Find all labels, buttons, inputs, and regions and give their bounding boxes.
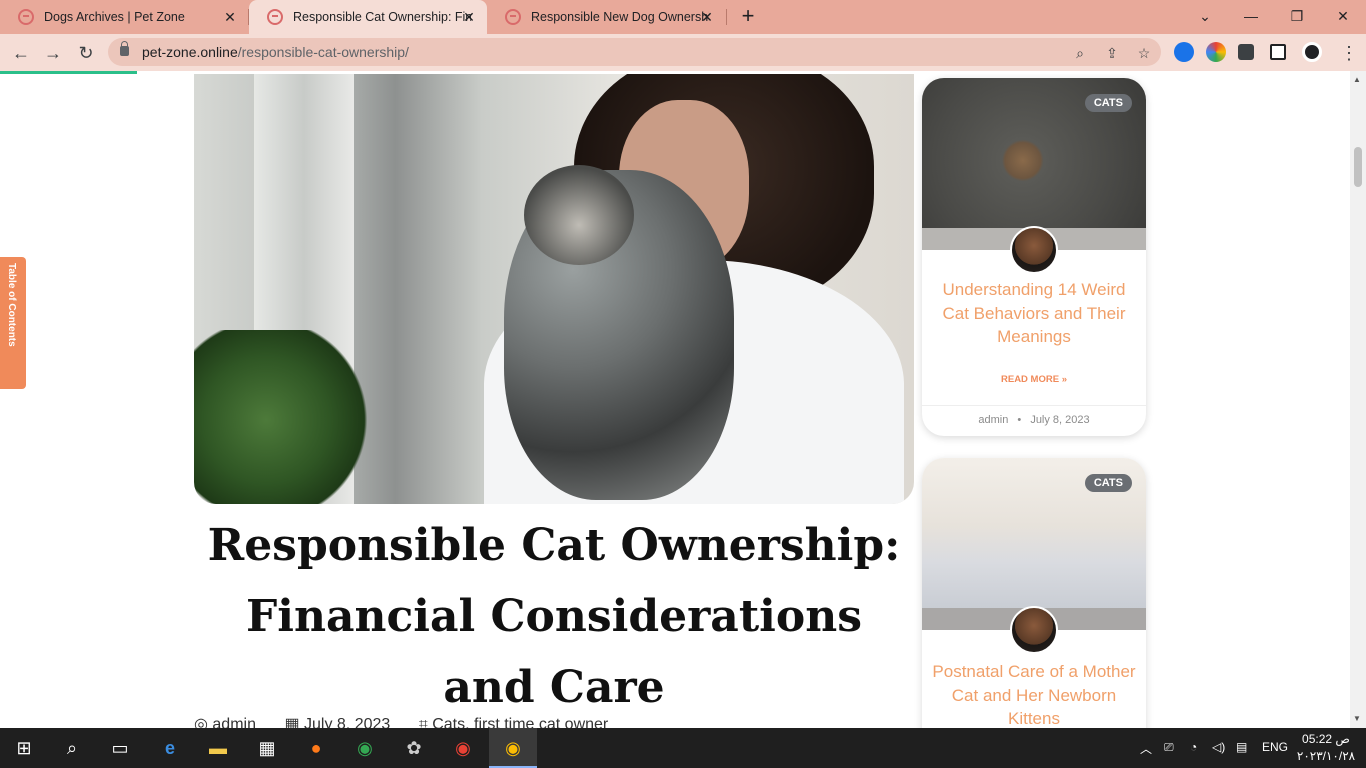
close-icon[interactable]: ✕ (699, 9, 715, 25)
file-explorer-icon[interactable]: ▬ (204, 734, 232, 762)
windows-start-icon[interactable]: ⊞ (10, 734, 38, 762)
extensions-puzzle-icon[interactable] (1238, 44, 1254, 60)
tab-title: Responsible New Dog Ownershi (531, 10, 709, 24)
close-icon[interactable]: ✕ (222, 9, 238, 25)
task-view-icon[interactable]: ▭ (106, 734, 134, 762)
edge-icon[interactable]: e (156, 734, 184, 762)
profile-avatar[interactable] (1302, 42, 1322, 62)
toolbar: ← → ↻ pet-zone.online/responsible-cat-ow… (0, 34, 1366, 71)
side-panel-icon[interactable] (1270, 44, 1286, 60)
clock[interactable]: 05:22 ص ٢٠٢٣/١٠/٢٨ (1296, 731, 1356, 765)
chrome-profile-icon[interactable]: ◉ (449, 734, 477, 762)
author-avatar (1010, 226, 1058, 274)
tab-responsible-cat[interactable]: Responsible Cat Ownership: Fina ✕ (249, 0, 487, 34)
language-indicator[interactable]: ENG (1262, 740, 1288, 754)
app-icon[interactable]: ✿ (400, 734, 428, 762)
toc-label: Table of Contents (6, 263, 17, 347)
scroll-up-arrow-icon[interactable]: ▲ (1353, 75, 1361, 84)
tab-search-icon[interactable]: ⌄ (1182, 2, 1228, 30)
search-icon[interactable]: ⌕ (58, 734, 86, 762)
extension-play-icon[interactable] (1174, 42, 1194, 62)
category-badge[interactable]: CATS (1084, 94, 1132, 112)
article-meta: ◎ admin ▦ July 8, 2023 ⌗ Cats, first tim… (194, 714, 632, 728)
share-icon[interactable]: ⇪ (1102, 43, 1122, 63)
zoom-icon[interactable]: ⌕ (1070, 43, 1090, 63)
notification-icon[interactable]: ▤ (1236, 740, 1247, 754)
post-author[interactable]: admin (978, 414, 1008, 426)
tab-responsible-dog[interactable]: Responsible New Dog Ownershi ✕ (487, 0, 725, 34)
clock-time: 05:22 ص (1302, 732, 1350, 746)
divider (922, 405, 1146, 406)
restore-button[interactable]: ❐ (1274, 2, 1320, 30)
new-tab-button[interactable]: + (736, 5, 760, 29)
close-icon[interactable]: ✕ (461, 9, 477, 25)
url-text[interactable]: pet-zone.online/responsible-cat-ownershi… (142, 44, 409, 60)
menu-kebab-icon[interactable]: ⋮ (1336, 40, 1362, 66)
store-icon[interactable]: ▦ (253, 734, 281, 762)
lock-icon[interactable] (120, 41, 129, 56)
volume-icon[interactable]: ◁) (1212, 740, 1225, 754)
hero-image-woman-holding-cat (194, 74, 914, 504)
scroll-down-arrow-icon[interactable]: ▼ (1353, 714, 1361, 723)
reload-icon[interactable]: ↻ (73, 40, 99, 66)
petzone-favicon-icon (505, 9, 521, 25)
bookmark-star-icon[interactable]: ☆ (1134, 43, 1154, 63)
close-window-button[interactable]: ✕ (1320, 2, 1366, 30)
tab-dogs-archives[interactable]: Dogs Archives | Pet Zone ✕ (0, 0, 248, 34)
minimize-button[interactable]: — (1228, 2, 1274, 30)
webpage: Responsible Cat Ownership: Financial Con… (0, 74, 1350, 728)
show-hidden-icons[interactable]: ︿ (1140, 740, 1152, 757)
post-meta: admin • July 8, 2023 (978, 414, 1090, 426)
read-more-link[interactable]: READ MORE » (922, 374, 1146, 385)
table-of-contents-toggle[interactable]: Table of Contents (0, 257, 26, 389)
post-title-link[interactable]: Postnatal Care of a Mother Cat and Her N… (932, 660, 1136, 728)
tab-strip: Dogs Archives | Pet Zone ✕ Responsible C… (0, 0, 1366, 34)
sidebar-post-card[interactable]: CATS Understanding 14 Weird Cat Behavior… (922, 78, 1146, 436)
tab-title: Dogs Archives | Pet Zone (44, 10, 185, 24)
chrome-icon[interactable]: ◉ (351, 734, 379, 762)
petzone-favicon-icon (267, 9, 283, 25)
category-badge[interactable]: CATS (1084, 474, 1132, 492)
date-text: ▦ July 8, 2023 (284, 716, 391, 728)
network-device-icon[interactable]: ⎚ (1164, 740, 1174, 755)
author-avatar (1010, 606, 1058, 654)
plant-shape (194, 330, 374, 504)
post-title-link[interactable]: Understanding 14 Weird Cat Behaviors and… (932, 278, 1136, 349)
tab-title: Responsible Cat Ownership: Fina (293, 10, 471, 24)
tab-divider (726, 9, 727, 25)
back-icon[interactable]: ← (8, 40, 34, 66)
category-links[interactable]: ⌗ Cats, first time cat owner (419, 716, 621, 728)
post-date: July 8, 2023 (1030, 414, 1090, 426)
article-title: Responsible Cat Ownership: Financial Con… (207, 520, 901, 713)
wifi-icon[interactable]: ◔ (1190, 740, 1197, 754)
page-scrollbar[interactable]: ▲ ▼ (1350, 71, 1366, 728)
scrollbar-thumb[interactable] (1354, 147, 1362, 187)
firefox-icon[interactable]: ● (302, 734, 330, 762)
author-link[interactable]: ◎ admin (194, 716, 268, 728)
extension-globe-icon[interactable] (1206, 42, 1226, 62)
chrome-active-icon[interactable]: ◉ (499, 734, 527, 762)
cat-head-shape (524, 165, 634, 265)
petzone-favicon-icon (18, 9, 34, 25)
windows-taskbar: ⊞ ⌕ ▭ e ▬ ▦ ● ◉ ✿ ◉ ◉ ︿ ⎚ ◔ ◁) ▤ ENG 05:… (0, 728, 1366, 768)
clock-date: ٢٠٢٣/١٠/٢٨ (1296, 749, 1356, 763)
address-bar[interactable]: pet-zone.online/responsible-cat-ownershi… (108, 38, 1161, 66)
forward-icon[interactable]: → (40, 40, 66, 66)
sidebar-post-card[interactable]: CATS Postnatal Care of a Mother Cat and … (922, 458, 1146, 728)
